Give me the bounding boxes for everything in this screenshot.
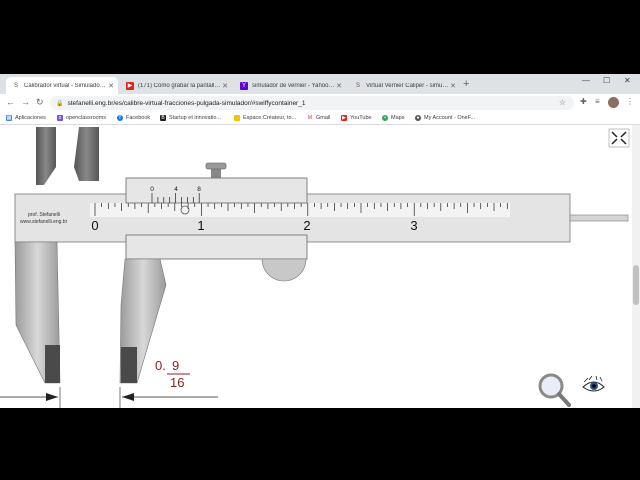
site-label: www.stefanelli.eng.br — [20, 219, 68, 225]
espace-icon — [234, 115, 240, 121]
back-icon[interactable]: ← — [6, 97, 15, 107]
gmail-icon: M — [307, 115, 313, 121]
tab-calibrador[interactable]: S Calibrador virtual - Simulador en ✕ — [6, 77, 118, 94]
apps-grid-icon: ▦ — [6, 115, 12, 121]
new-tab-button[interactable]: + — [463, 78, 469, 90]
bookmarks-bar: ▦ Aplicaciones o openclassrooms f Facebook … — [0, 112, 640, 125]
youtube-favicon-icon: ▶ — [126, 81, 134, 90]
thumb-wheel[interactable] — [261, 258, 307, 282]
sliding-inside-jaw[interactable] — [74, 127, 99, 181]
vernier-slider-bottom[interactable] — [125, 234, 308, 260]
author-label: prof. Stefanelli — [28, 212, 60, 218]
close-window-icon[interactable]: ✕ — [624, 76, 631, 85]
browser-toolbar: ← → ↻ 🔒 stefanelli.eng.br/es/calibre-vir… — [0, 94, 640, 112]
reading-whole: 0. — [155, 358, 166, 373]
bookmark-label: Gmail — [316, 115, 331, 121]
menu-icon[interactable]: ⋮ — [626, 97, 634, 106]
bookmark-maps[interactable]: • Maps — [382, 113, 404, 123]
account-icon: ● — [415, 115, 421, 121]
close-icon[interactable]: ✕ — [335, 82, 343, 90]
yahoo-favicon-icon: Y — [240, 81, 248, 90]
main-label-2: 2 — [303, 218, 310, 233]
tab-youtube[interactable]: ▶ (171) Cómo grabar la pantalla de ✕ — [120, 77, 232, 94]
vernier-label-4: 4 — [174, 186, 178, 193]
sliding-jaw-tip — [121, 347, 137, 383]
magnifier-icon[interactable] — [538, 373, 571, 407]
measurement-arrows — [0, 387, 218, 408]
close-icon[interactable]: ✕ — [221, 82, 229, 90]
bookmark-label: Maps — [391, 115, 405, 121]
bookmark-label: openclassrooms — [66, 115, 107, 121]
bookmark-star-icon[interactable]: ☆ — [559, 98, 566, 107]
main-label-0: 0 — [91, 218, 98, 233]
reload-icon[interactable]: ↻ — [36, 97, 44, 108]
vernier-label-0: 0 — [150, 186, 154, 193]
maps-pin-icon: • — [382, 115, 388, 121]
bookmark-gmail[interactable]: M Gmail — [307, 113, 330, 123]
reading-denominator: 16 — [170, 375, 184, 390]
thumb-screw[interactable] — [205, 162, 227, 178]
bookmark-label: YouTube — [350, 115, 372, 121]
bookmark-facebook[interactable]: f Facebook — [117, 113, 150, 123]
address-url: stefanelli.eng.br/es/calibre-virtual-fra… — [67, 99, 306, 107]
extensions-icon[interactable]: ✚ — [580, 97, 587, 106]
maximize-icon[interactable]: ☐ — [603, 76, 610, 85]
reading-numerator: 9 — [172, 358, 179, 373]
avatar[interactable] — [608, 97, 619, 108]
close-icon[interactable]: ✕ — [107, 82, 115, 90]
tab-title: simulador de vernier - Yahoo Se — [252, 82, 335, 89]
bookmark-account[interactable]: ● My Account - OneF... — [415, 113, 475, 123]
facebook-icon: f — [117, 115, 123, 121]
vernier-caliper-simulator: 0 1 2 3 prof. Stefanelli www.stefanelli.… — [0, 127, 630, 408]
main-label-1: 1 — [197, 218, 204, 233]
minimize-icon[interactable]: — — [582, 76, 590, 85]
stefanelli-favicon-icon: S — [13, 82, 18, 89]
scrollbar-thumb[interactable] — [633, 265, 639, 305]
bookmark-label: Startup et innovatio... — [169, 115, 221, 121]
bookmark-label: My Account - OneF... — [424, 115, 476, 121]
tab-yahoo[interactable]: Y simulador de vernier - Yahoo Se ✕ — [234, 77, 346, 94]
stefanelli-favicon-icon: S — [355, 82, 360, 89]
main-label-3: 3 — [410, 218, 417, 233]
openclassrooms-icon: o — [57, 115, 63, 121]
page-scrollbar[interactable] — [632, 125, 640, 408]
vernier-label-8: 8 — [197, 186, 201, 193]
fixed-inside-jaw — [36, 127, 56, 185]
bookmark-espace[interactable]: Espace Créateur, to... — [234, 113, 296, 123]
address-bar[interactable]: 🔒 stefanelli.eng.br/es/calibre-virtual-f… — [50, 96, 574, 110]
bookmark-label: Facebook — [126, 115, 151, 121]
fullscreen-icon[interactable] — [608, 128, 630, 148]
bookmark-label: Espace Créateur, to... — [243, 115, 297, 121]
forward-icon[interactable]: → — [21, 97, 30, 107]
bookmark-youtube[interactable]: ▶ YouTube — [341, 113, 372, 123]
bookmark-label: Aplicaciones — [15, 115, 46, 121]
simulator-content: 0 1 2 3 prof. Stefanelli www.stefanelli.… — [0, 125, 640, 408]
bookmark-startup[interactable]: B Startup et innovatio... — [160, 113, 221, 123]
close-icon[interactable]: ✕ — [449, 82, 457, 90]
eye-icon[interactable] — [582, 375, 605, 392]
bookmark-openclassrooms[interactable]: o openclassrooms — [57, 113, 106, 123]
tab-vernier[interactable]: S Virtual Vernier Caliper - simulato ✕ — [348, 77, 460, 94]
media-icon[interactable]: ≡ — [595, 97, 600, 106]
depth-rod — [569, 214, 629, 222]
lock-icon: 🔒 — [56, 100, 64, 107]
fixed-jaw-tip — [45, 345, 60, 383]
tab-title: (171) Cómo grabar la pantalla de — [138, 82, 221, 89]
tab-title: Calibrador virtual - Simulador en — [24, 82, 107, 89]
tab-strip: S Calibrador virtual - Simulador en ✕ ▶ … — [0, 74, 640, 94]
startup-icon: B — [160, 115, 166, 121]
bookmark-apps[interactable]: ▦ Aplicaciones — [6, 113, 46, 123]
youtube-icon: ▶ — [341, 115, 347, 121]
tab-title: Virtual Vernier Caliper - simulato — [366, 82, 449, 89]
main-scale-strip — [90, 203, 510, 217]
browser-window: S Calibrador virtual - Simulador en ✕ ▶ … — [0, 74, 640, 408]
